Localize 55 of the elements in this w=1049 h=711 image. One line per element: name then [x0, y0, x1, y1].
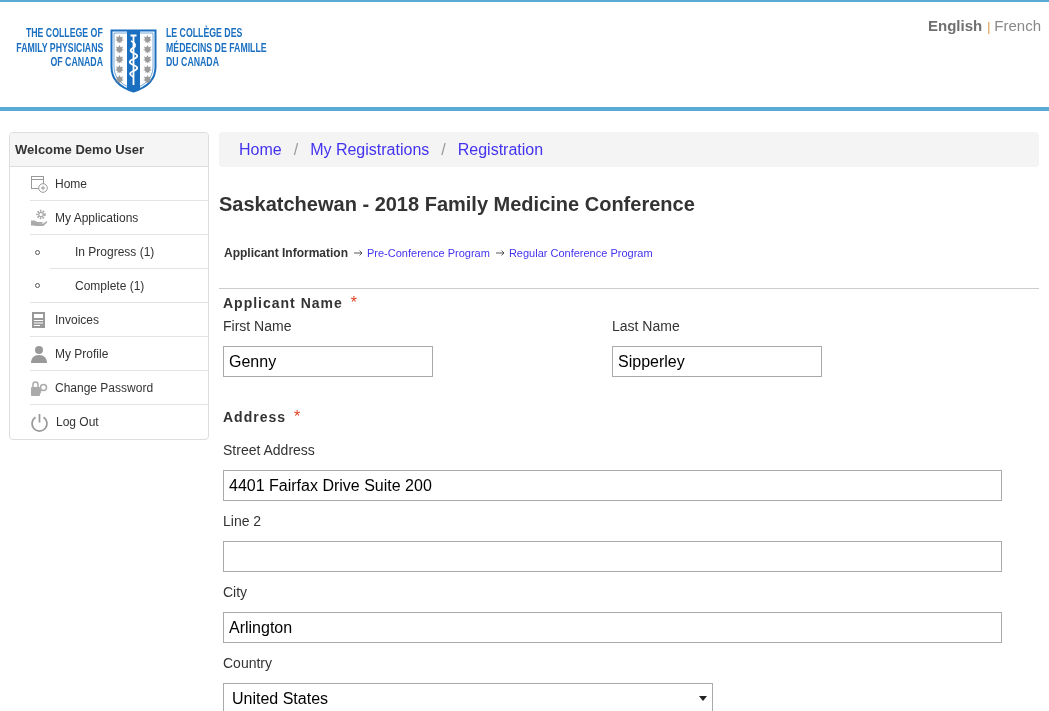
sidebar-link[interactable]: Home — [30, 174, 87, 193]
section-title: Applicant Name — [223, 294, 343, 312]
sidebar-link[interactable]: Log Out — [30, 412, 99, 432]
sidebar-title: Welcome Demo User — [10, 133, 208, 167]
bullet-icon — [35, 249, 40, 255]
field-label: Line 2 — [223, 512, 262, 530]
logo-text: OF CANADA — [50, 55, 103, 70]
required-mark: * — [350, 294, 359, 312]
current-step[interactable]: Applicant Information — [224, 246, 348, 260]
breadcrumb-link[interactable]: Home — [239, 140, 282, 159]
logo-text: FAMILY PHYSICIANS — [15, 40, 103, 55]
crest-logo — [110, 29, 157, 93]
page-title: Saskatchewan - 2018 Family Medicine Conference — [219, 192, 696, 216]
sidebar-sublink[interactable]: In Progress (1) — [75, 244, 155, 259]
breadcrumb-link[interactable]: My Registrations — [310, 140, 430, 159]
input-field[interactable]: Genny — [223, 346, 433, 377]
sidebar-link[interactable]: My Applications — [30, 208, 139, 227]
field-label: City — [223, 583, 248, 601]
input-field[interactable]: 4401 Fairfax Drive Suite 200 — [223, 470, 1002, 501]
bullet-icon — [35, 283, 40, 288]
arrow-icon — [354, 250, 363, 256]
breadcrumb-separator: / — [440, 140, 447, 159]
caret-icon — [699, 696, 707, 701]
field-label: First Name — [223, 317, 292, 335]
breadcrumb-link[interactable]: Registration — [457, 140, 544, 159]
person-icon — [30, 344, 48, 363]
lock-key-icon — [30, 378, 48, 397]
input-field[interactable]: Sipperley — [612, 346, 822, 377]
power-icon — [30, 412, 49, 432]
select-field[interactable]: United States — [223, 683, 713, 711]
step-link[interactable]: Regular Conference Program — [508, 246, 653, 260]
input-field[interactable]: Arlington — [223, 612, 1002, 643]
required-mark: * — [294, 408, 302, 426]
language-separator: | — [987, 20, 991, 34]
logo-text: MÉDECINS DE FAMILLE — [166, 40, 267, 55]
hand-gear-icon — [30, 208, 48, 227]
breadcrumb-separator: / — [292, 140, 300, 159]
field-label: Last Name — [612, 317, 680, 335]
sidebar-link[interactable]: My Profile — [30, 344, 109, 363]
field-label: Country — [223, 654, 273, 672]
step-link[interactable]: Pre-Conference Program — [367, 246, 490, 260]
section-title: Address — [223, 408, 287, 426]
input-field[interactable] — [223, 541, 1002, 572]
language-link[interactable]: French — [994, 17, 1041, 34]
document-icon — [30, 310, 48, 329]
field-label: Street Address — [223, 441, 315, 459]
arrow-icon — [495, 250, 505, 256]
logo-text: LE COLLÈGE DES — [166, 26, 243, 40]
sidebar-link[interactable]: Change Password — [30, 378, 154, 397]
language-link[interactable]: English — [928, 17, 983, 34]
sidebar-link[interactable]: Invoices — [30, 310, 100, 329]
logo-text: DU CANADA — [166, 55, 219, 70]
sidebar-sublink[interactable]: Complete (1) — [75, 278, 145, 293]
logo-text: THE COLLEGE OF — [26, 26, 103, 41]
window-plus-icon — [30, 174, 48, 193]
